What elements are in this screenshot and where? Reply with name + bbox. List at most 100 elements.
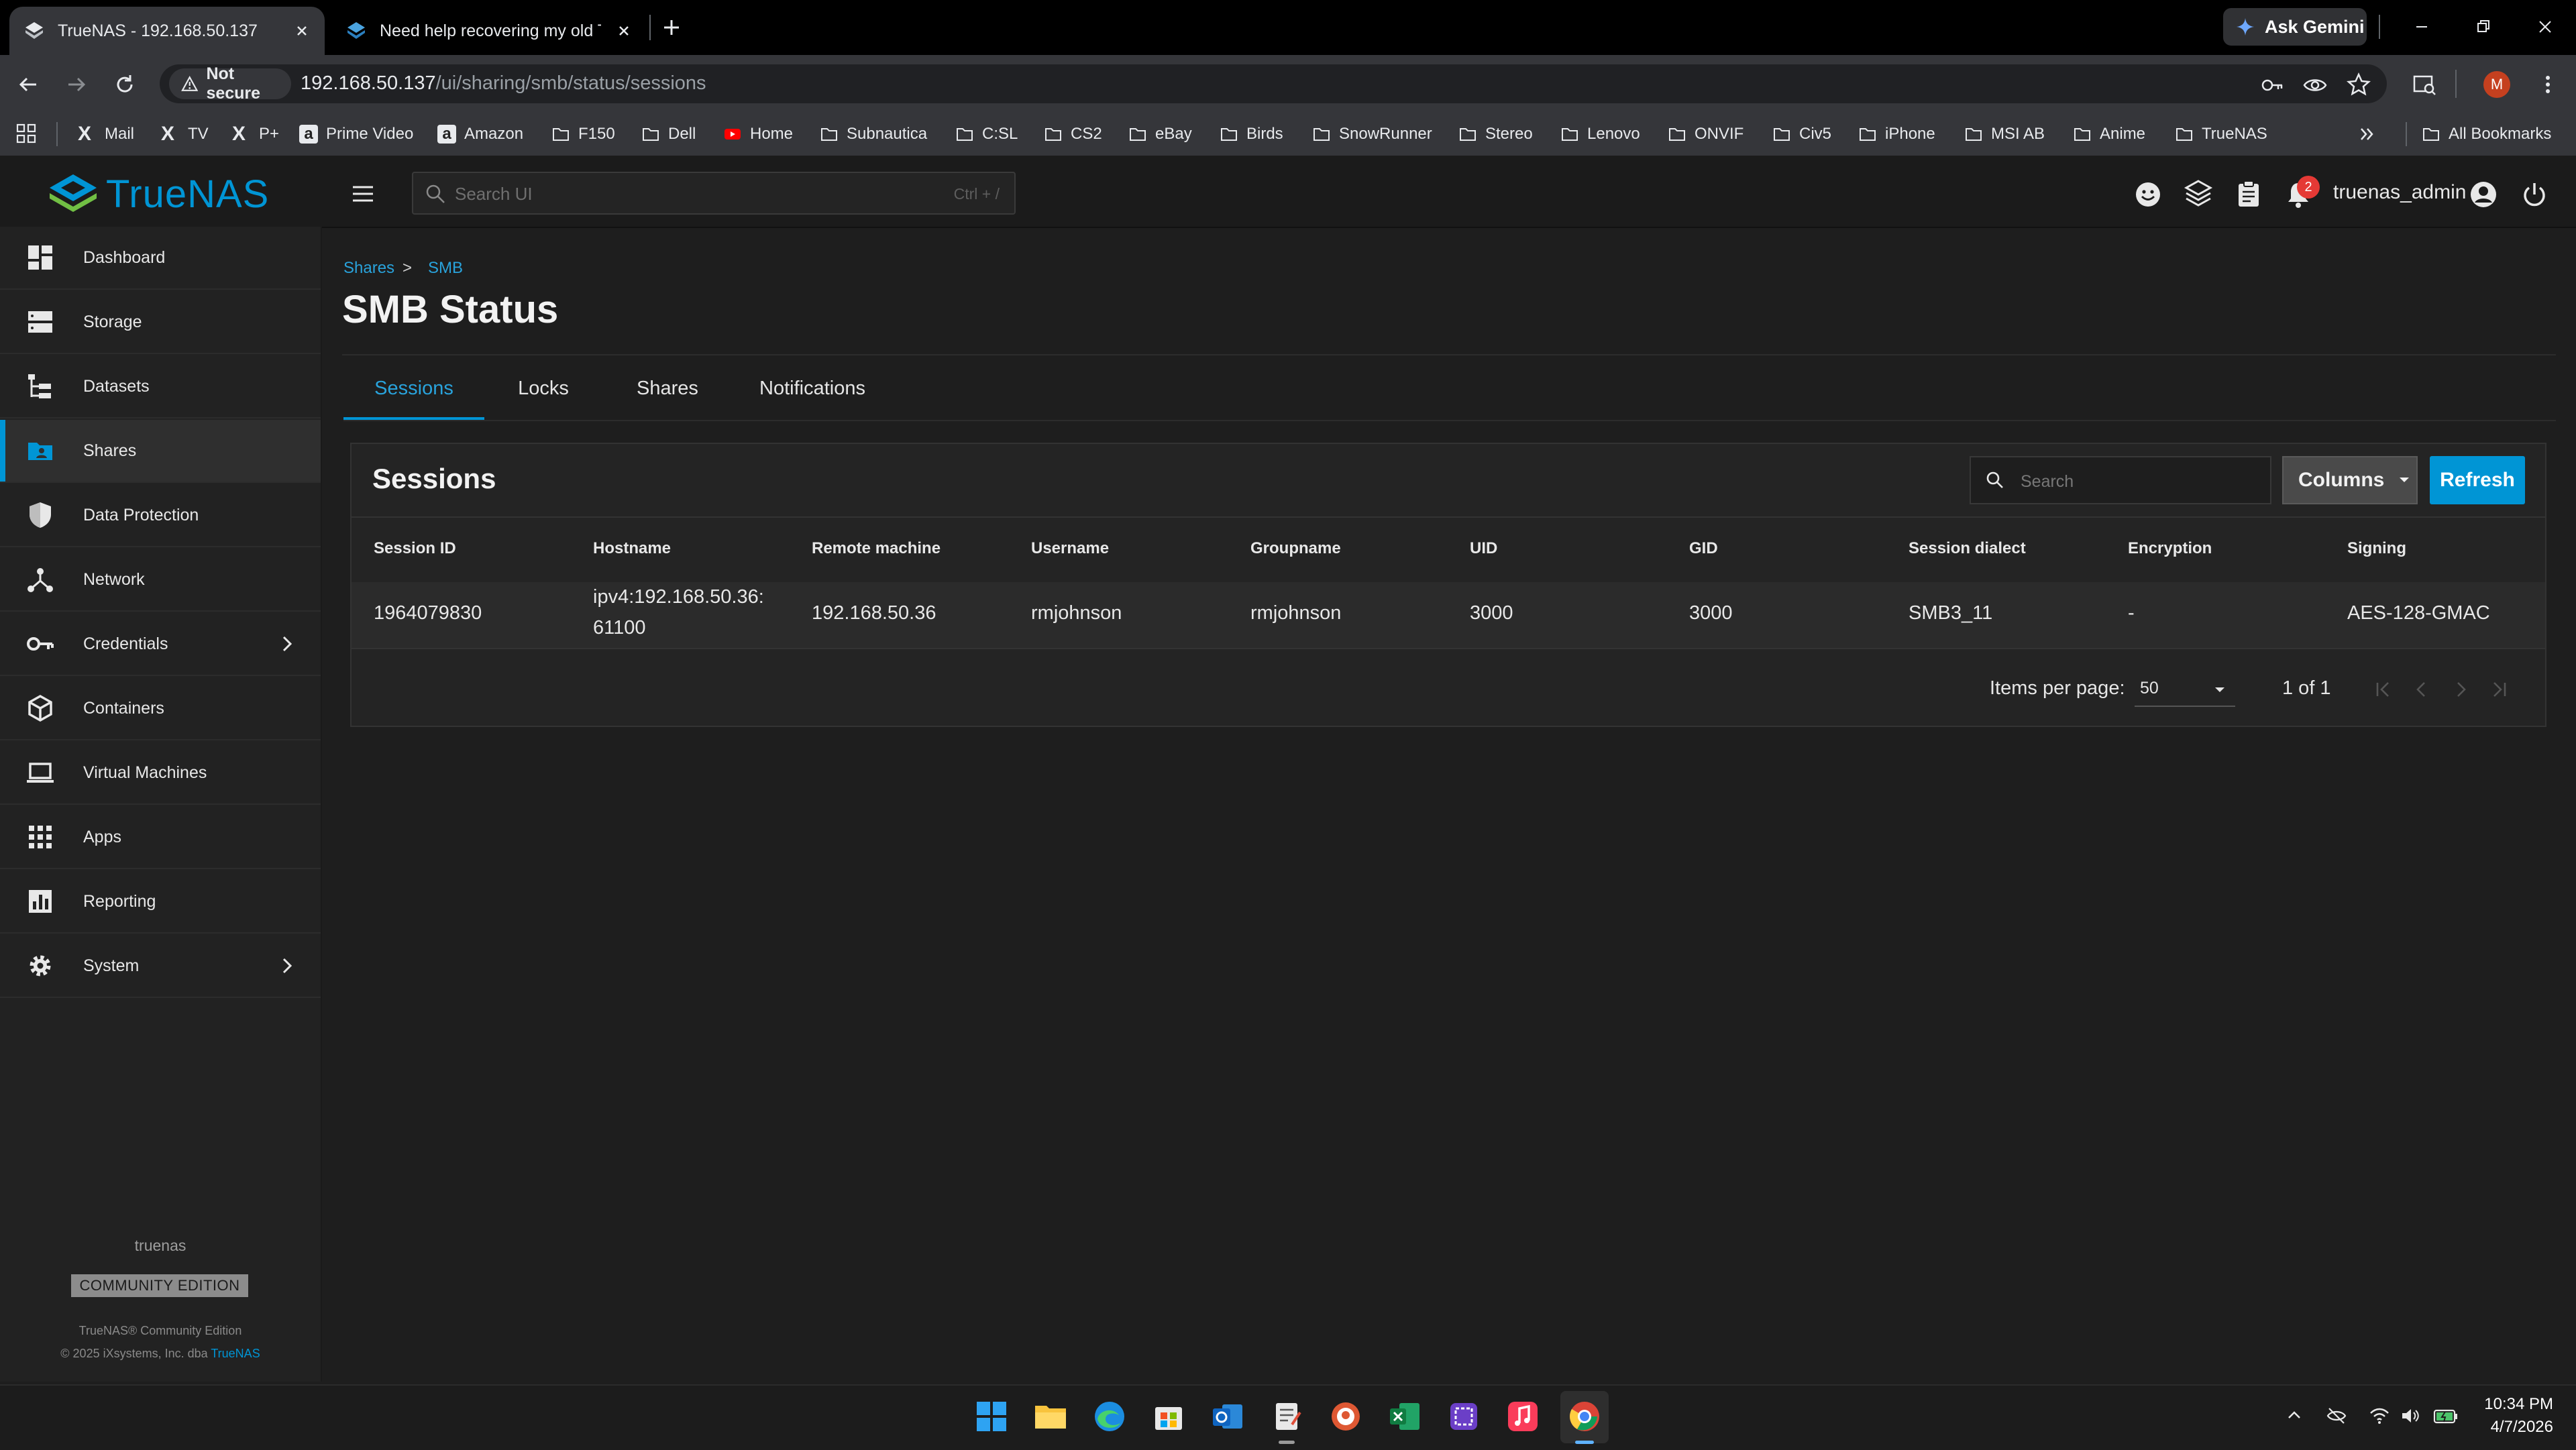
all-bookmarks-button[interactable]: All Bookmarks (2422, 115, 2551, 153)
window-close-icon[interactable] (2532, 13, 2559, 40)
microsoft-store-icon[interactable] (1150, 1398, 1187, 1435)
bookmark-folder-cs2[interactable]: CS2 (1044, 115, 1102, 153)
truenas-link[interactable]: TrueNAS (211, 1347, 260, 1360)
column-header-uid[interactable]: UID (1470, 539, 1497, 558)
sidebar-item-virtual-machines[interactable]: Virtual Machines (0, 742, 321, 805)
bookmark-home[interactable]: Home (723, 115, 793, 153)
url-text[interactable]: 192.168.50.137/ui/sharing/smb/status/ses… (301, 72, 706, 95)
clock-date[interactable]: 4/7/2026 (2475, 1418, 2553, 1437)
bookmark-folder-lenovo[interactable]: Lenovo (1560, 115, 1640, 153)
bookmark-folder-iphone[interactable]: iPhone (1858, 115, 1935, 153)
refresh-button[interactable]: Refresh (2430, 456, 2525, 504)
outlook-icon[interactable] (1209, 1398, 1246, 1435)
chevron-up-icon[interactable] (2284, 1404, 2305, 1426)
bookmark-folder-birds[interactable]: Birds (1220, 115, 1283, 153)
snipping-tool-icon[interactable] (1445, 1398, 1483, 1435)
profile-avatar[interactable]: M (2483, 71, 2510, 98)
bookmark-mail[interactable]: X Mail (78, 115, 134, 153)
bookmark-folder-truenas[interactable]: TrueNAS (2175, 115, 2267, 153)
sidebar-item-reporting[interactable]: Reporting (0, 871, 321, 934)
edge-browser-icon[interactable] (1091, 1398, 1128, 1435)
music-app-icon[interactable] (1504, 1398, 1542, 1435)
bookmark-folder-stereo[interactable]: Stereo (1458, 115, 1533, 153)
new-tab-icon[interactable] (660, 16, 683, 39)
security-chip[interactable]: Not secure (169, 64, 291, 103)
eye-icon[interactable] (2302, 72, 2328, 98)
wifi-icon[interactable] (2368, 1404, 2391, 1427)
column-header-session-dialect[interactable]: Session dialect (1909, 539, 2026, 558)
excel-icon[interactable] (1386, 1398, 1424, 1435)
bookmark-prime-video[interactable]: a Prime Video (299, 115, 413, 153)
bookmark-folder-anime[interactable]: Anime (2073, 115, 2145, 153)
jobs-clipboard-icon[interactable] (2234, 178, 2263, 209)
bookmark-tv[interactable]: X TV (161, 115, 209, 153)
duckduckgo-icon[interactable] (1327, 1398, 1364, 1435)
chevron-down-icon[interactable] (2211, 681, 2229, 699)
bookmark-folder-dell[interactable]: Dell (641, 115, 696, 153)
hidden-eye-icon[interactable] (2325, 1404, 2348, 1427)
bookmark-folder-csl[interactable]: C:SL (955, 115, 1018, 153)
account-circle-icon[interactable] (2469, 180, 2498, 209)
file-explorer-icon[interactable] (1032, 1398, 1069, 1435)
bookmark-folder-civ5[interactable]: Civ5 (1772, 115, 1831, 153)
sidebar-item-system[interactable]: System (0, 935, 321, 998)
password-key-icon[interactable] (2259, 72, 2285, 98)
bookmark-folder-onvif[interactable]: ONVIF (1668, 115, 1743, 153)
sidebar-item-shares[interactable]: Shares (0, 420, 321, 483)
bookmark-amazon[interactable]: a Amazon (437, 115, 523, 153)
sidebar-item-containers[interactable]: Containers (0, 677, 321, 740)
tab-locks[interactable]: Locks (499, 373, 588, 420)
table-search-input[interactable]: Search (1970, 456, 2271, 504)
column-header-signing[interactable]: Signing (2347, 539, 2406, 558)
minimize-icon[interactable] (2408, 13, 2435, 40)
feedback-smiley-icon[interactable] (2133, 180, 2163, 209)
apps-grid-icon[interactable] (15, 122, 38, 145)
previous-page-icon[interactable] (2410, 677, 2434, 702)
column-header-groupname[interactable]: Groupname (1250, 539, 1341, 558)
sidebar-item-datasets[interactable]: Datasets (0, 355, 321, 419)
bookmark-folder-ebay[interactable]: eBay (1128, 115, 1192, 153)
bookmark-folder-msi-ab[interactable]: MSI AB (1964, 115, 2045, 153)
column-header-username[interactable]: Username (1031, 539, 1109, 558)
truenas-logo-text[interactable]: TrueNAS (106, 172, 269, 217)
kebab-menu-icon[interactable] (2534, 71, 2561, 98)
sidebar-item-storage[interactable]: Storage (0, 291, 321, 354)
reload-icon[interactable] (111, 71, 138, 98)
tab-shares[interactable]: Shares (617, 373, 718, 420)
volume-icon[interactable] (2399, 1404, 2422, 1427)
first-page-icon[interactable] (2371, 677, 2395, 702)
sidebar-item-apps[interactable]: Apps (0, 806, 321, 869)
ask-gemini-button[interactable]: Ask Gemini (2223, 8, 2367, 46)
battery-charging-icon[interactable] (2432, 1403, 2459, 1429)
chrome-icon[interactable] (1566, 1398, 1603, 1435)
side-panel-icon[interactable] (2411, 71, 2438, 98)
truenas-logo-icon[interactable] (48, 173, 98, 213)
next-page-icon[interactable] (2449, 677, 2473, 702)
tab-close-icon[interactable] (614, 21, 633, 40)
column-header-session-id[interactable]: Session ID (374, 539, 456, 558)
last-page-icon[interactable] (2487, 677, 2512, 702)
items-per-page-select[interactable]: 50 (2140, 679, 2159, 698)
breadcrumb-shares[interactable]: Shares (343, 259, 394, 278)
clock-time[interactable]: 10:34 PM (2475, 1395, 2553, 1414)
column-header-gid[interactable]: GID (1689, 539, 1718, 558)
chevron-double-right-icon[interactable] (2356, 123, 2377, 145)
bookmark-folder-snowrunner[interactable]: SnowRunner (1312, 115, 1432, 153)
tab-notifications[interactable]: Notifications (749, 373, 876, 420)
sidebar-item-network[interactable]: Network (0, 549, 321, 612)
username-label[interactable]: truenas_admin (2333, 181, 2466, 204)
bookmark-star-icon[interactable] (2345, 71, 2372, 98)
global-search-input[interactable]: Search UI Ctrl + / (412, 172, 1016, 215)
bookmark-p-plus[interactable]: X P+ (232, 115, 279, 153)
browser-tab-truenas[interactable]: TrueNAS - 192.168.50.137 (9, 7, 325, 55)
columns-button[interactable]: Columns (2282, 456, 2418, 504)
breadcrumb-smb[interactable]: SMB (428, 259, 463, 278)
tab-close-icon[interactable] (292, 21, 311, 40)
sidebar-item-data-protection[interactable]: Data Protection (0, 484, 321, 547)
notepad-icon[interactable] (1268, 1398, 1305, 1435)
sidebar-item-credentials[interactable]: Credentials (0, 613, 321, 676)
bookmark-folder-f150[interactable]: F150 (551, 115, 615, 153)
truecommand-icon[interactable] (2183, 178, 2214, 209)
windows-start-icon[interactable] (973, 1398, 1010, 1435)
back-icon[interactable] (15, 71, 42, 98)
